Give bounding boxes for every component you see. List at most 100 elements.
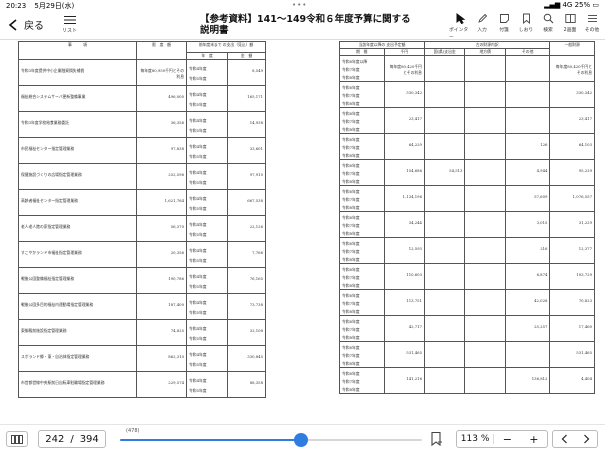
tool-pen[interactable]: 入力: [471, 13, 493, 40]
row-year: 令和4年度: [189, 378, 207, 383]
row-year: 令和7年度: [342, 249, 360, 254]
list-icon: [63, 16, 76, 24]
row-limit: 229,574: [136, 371, 187, 398]
page-slider[interactable]: (478): [120, 428, 422, 447]
row-years: 令和4年度 令和5年度: [185, 345, 229, 372]
bookmark-add-icon[interactable]: [428, 431, 444, 447]
tool-label: 付箋: [499, 28, 509, 33]
header-amount: 金 額: [227, 52, 266, 60]
row-period: 令和6年度 令和7年度 令和8年度: [339, 341, 385, 368]
row-year: 令和6年度以降: [342, 59, 368, 64]
document-viewer[interactable]: 事 項 限 度 額 前年度末まで の支出（見込）額 年 度 金 額 令和3年度提…: [0, 41, 605, 423]
table-row: 福祉総合システムサーバ更新整備事業 496,000 令和4年度 令和5年度 165,17…: [18, 85, 266, 112]
page-nav: [552, 430, 598, 448]
header-prior: 前年度末まで の支出（見込）額: [186, 41, 266, 53]
status-bar: 20:23 5月29日(水) ••• ▂▄▆ 4G 25% ▭: [0, 0, 605, 10]
row-other: 216: [504, 237, 551, 264]
row-amount: 7,766: [227, 241, 266, 268]
row-kokko: [423, 237, 466, 264]
tool-pointer[interactable]: ポインター: [449, 13, 471, 40]
row-amount: 154,686: [383, 159, 425, 186]
row-amount: 42,717: [383, 315, 425, 342]
chevron-right-icon[interactable]: [583, 434, 590, 444]
multitask-dots[interactable]: •••: [292, 1, 307, 9]
row-year: 令和5年度: [189, 336, 207, 341]
row-amount: 23,417: [383, 107, 425, 134]
row-year: 令和5年度: [189, 362, 207, 367]
list-button[interactable]: リスト: [62, 15, 77, 34]
row-years: 令和4年度 令和5年度: [185, 293, 229, 320]
row-amount: 76,165: [227, 267, 266, 294]
left-page: 事 項 限 度 額 前年度末まで の支出（見込）額 年 度 金 額 令和3年度提…: [18, 41, 268, 423]
tool-label: しおり: [518, 28, 534, 33]
row-years: 令和4年度 令和5年度: [185, 371, 229, 398]
tool-more[interactable]: その他: [581, 13, 603, 40]
zoom-in-button[interactable]: +: [521, 433, 547, 446]
row-chihousai: [464, 263, 506, 290]
zoom-control: 113 % − +: [456, 430, 548, 448]
row-years: 令和4年度 令和5年度: [185, 189, 229, 216]
back-label: 戻る: [24, 21, 44, 32]
row-period: 令和6年度 令和7年度 令和8年度: [339, 237, 385, 264]
row-year: 令和8年度: [342, 153, 360, 158]
row-amount: 73,738: [227, 293, 266, 320]
row-amount: 97,910: [227, 163, 266, 190]
row-year: 令和4年度: [189, 66, 207, 71]
row-limit: 496,000: [136, 85, 187, 112]
search-icon: [543, 13, 553, 24]
row-period: 令和6年度 令和7年度 令和8年度: [339, 367, 385, 394]
row-other: 57,609: [504, 185, 551, 212]
row-kokko: [423, 81, 466, 108]
table-row: 戦後公園多目的福祉内運動場指定管理業務 187,400 令和4年度 令和5年度 73,7…: [18, 293, 266, 320]
tool-search[interactable]: 検索: [537, 13, 559, 40]
table-row: 令和6年度 令和7年度 令和8年度 531,465 531,465: [339, 341, 595, 368]
row-year: 令和4年度: [189, 222, 207, 227]
row-years: 令和4年度 令和5年度: [185, 241, 229, 268]
table-row: 令和6年度 令和7年度 令和8年度 12,593 216 12,377: [339, 237, 595, 264]
zoom-value[interactable]: 113 %: [457, 434, 495, 444]
status-time: 20:23: [6, 2, 27, 10]
header-year: 年 度: [185, 52, 229, 60]
row-year: 令和5年度: [189, 76, 207, 81]
right-rows: 令和6年度以降 令和7年度 令和8年度 毎年度80,420千円とその利息 毎年度80,4…: [339, 55, 595, 394]
row-limit: 36,356: [136, 111, 187, 138]
table-row: 令和6年度 令和7年度 令和8年度 154,686 54,513 4,944 95,229: [339, 159, 595, 186]
row-other: [504, 81, 551, 108]
row-year: 令和8年度: [342, 101, 360, 106]
signal-icon: ▂▄▆: [544, 1, 563, 9]
row-amount: 667,538: [227, 189, 266, 216]
tool-bookmark[interactable]: しおり: [515, 13, 537, 40]
table-row: 戦後公園整備福祉指定管理業務 190,786 令和4年度 令和5年度 76,165: [18, 267, 266, 294]
thumbnail-button[interactable]: [6, 431, 28, 447]
back-button[interactable]: 戻る: [8, 17, 44, 32]
table-row: 令和6年度 令和7年度 令和8年度 110,603 6,874 103,729: [339, 263, 595, 290]
status-date: 5月29日(水): [34, 2, 75, 10]
table-row: 令和6年度 令和7年度 令和8年度 330,342 330,342: [339, 81, 595, 108]
row-limit: 20,356: [136, 241, 187, 268]
bookmark-icon: [522, 13, 530, 24]
row-year: 令和5年度: [189, 102, 207, 107]
page-separator: /: [70, 433, 74, 445]
row-year: 令和4年度: [189, 326, 207, 331]
row-amount: 110,603: [383, 263, 425, 290]
tool-two-page[interactable]: 2画面: [559, 13, 581, 40]
row-amount: 34,244: [383, 211, 425, 238]
row-year: 令和7年度: [342, 327, 360, 332]
zoom-out-button[interactable]: −: [494, 433, 520, 446]
row-kokko: [423, 185, 466, 212]
chevron-left-icon[interactable]: [561, 434, 568, 444]
row-year: 令和4年度: [189, 248, 207, 253]
slider-knob[interactable]: [294, 433, 309, 447]
row-period: 令和6年度 令和7年度 令和8年度: [339, 289, 385, 316]
tool-sticky-note[interactable]: 付箋: [493, 13, 515, 40]
row-item: スポランド郷・東・自治体指定管理業務: [18, 345, 137, 372]
row-general: 31,229: [549, 211, 595, 238]
left-rows: 令和3年度提供中小企業融資損失補償 毎年度80,950千円とその利息 令和4年度 令和…: [18, 59, 266, 398]
row-period: 令和6年度 令和7年度 令和8年度: [339, 315, 385, 342]
row-year: 令和7年度: [342, 197, 360, 202]
table-row: 令和6年度 令和7年度 令和8年度 113,751 42,028 70,823: [339, 289, 595, 316]
header-general: 一般財源: [549, 41, 595, 56]
row-year: 令和8年度: [342, 257, 360, 262]
page-indicator[interactable]: 242 / 394: [38, 430, 106, 448]
row-chihousai: [464, 289, 506, 316]
